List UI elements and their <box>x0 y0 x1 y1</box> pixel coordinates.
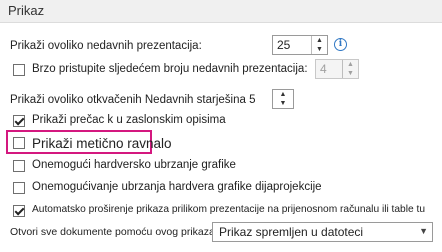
spin-down-icon[interactable]: ▼ <box>273 99 293 108</box>
recent-presentations-label: Prikaži ovoliko nedavnih prezentacija: <box>10 40 202 52</box>
recent-presentations-value[interactable]: 25 <box>277 38 290 52</box>
open-documents-select[interactable]: Prikaz spremljen u datoteci ▼ <box>212 222 433 242</box>
vertical-ruler-checkbox[interactable] <box>13 137 25 149</box>
disable-slideshow-accel-checkbox[interactable] <box>13 182 25 194</box>
auto-extend-label: Automatsko proširenje prikaza prilikom p… <box>32 204 425 215</box>
spin-up-icon[interactable]: ▲ <box>312 36 327 45</box>
info-icon[interactable]: i <box>334 38 347 51</box>
disable-slideshow-accel-label: Onemogućivanje ubrzanja hardvera grafike… <box>32 181 322 193</box>
quick-access-checkbox[interactable] <box>13 64 25 76</box>
section-header: Prikaz <box>0 0 442 23</box>
quick-access-stepper[interactable]: 4 ▲ ▼ <box>315 59 359 79</box>
section-title: Prikaz <box>8 3 45 18</box>
recent-presentations-stepper[interactable]: 25 ▲ ▼ <box>272 35 328 55</box>
unpinned-folders-stepper[interactable]: ▲ ▼ <box>272 89 294 109</box>
chevron-down-icon[interactable]: ▼ <box>419 226 428 236</box>
quick-access-value[interactable]: 4 <box>320 62 327 76</box>
vertical-ruler-label: Prikaži metično ravnalo <box>32 136 172 151</box>
screentips-label: Prikaži prečac k u zaslonskim opisima <box>32 114 226 126</box>
open-documents-label: Otvori sve dokumente pomoću ovog prikaza <box>10 226 215 238</box>
quick-access-label: Brzo pristupite sljedećem broju nedavnih… <box>32 63 308 75</box>
auto-extend-checkbox[interactable] <box>13 205 25 217</box>
disable-hw-accel-label: Onemogući hardversko ubrzanje grafike <box>32 159 236 171</box>
spin-down-icon[interactable]: ▼ <box>343 69 358 78</box>
disable-hw-accel-checkbox[interactable] <box>13 160 25 172</box>
spin-up-icon[interactable]: ▲ <box>343 60 358 69</box>
unpinned-folders-label: Prikaži ovoliko otkvačenih Nedavnih star… <box>10 94 256 106</box>
spin-up-icon[interactable]: ▲ <box>273 90 293 99</box>
open-documents-value: Prikaz spremljen u datoteci <box>219 225 364 239</box>
screentips-checkbox[interactable] <box>13 115 25 127</box>
spin-down-icon[interactable]: ▼ <box>312 45 327 54</box>
